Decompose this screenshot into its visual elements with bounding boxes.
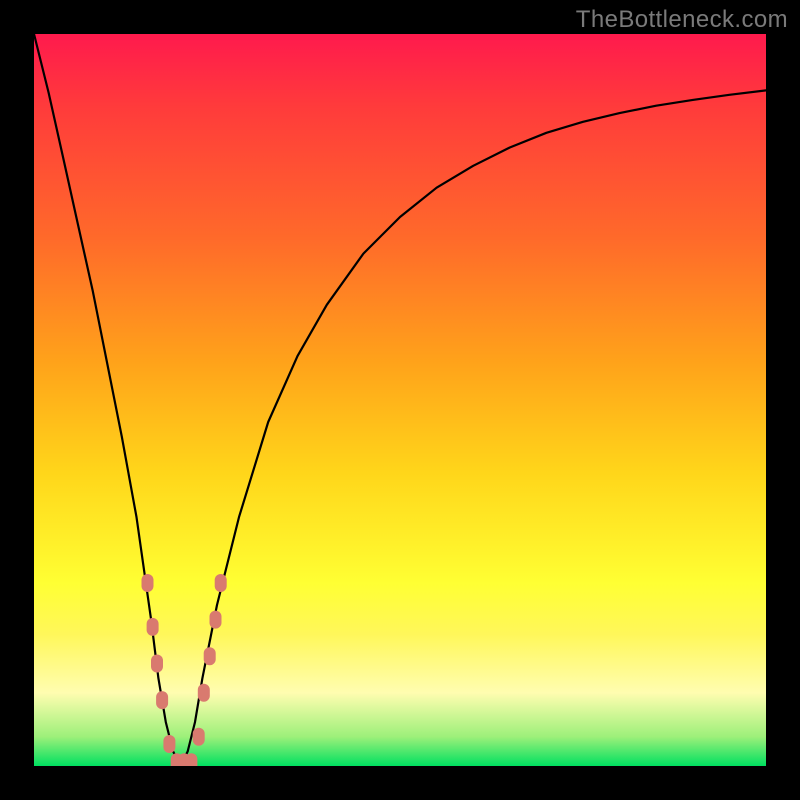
marker-point	[215, 574, 227, 592]
marker-point	[198, 684, 210, 702]
highlighted-points	[142, 574, 227, 766]
bottleneck-curve	[34, 34, 766, 766]
marker-point	[210, 611, 222, 629]
marker-point	[163, 735, 175, 753]
marker-point	[185, 753, 197, 766]
marker-point	[193, 728, 205, 746]
marker-point	[151, 655, 163, 673]
watermark-text: TheBottleneck.com	[576, 6, 788, 34]
chart-svg	[34, 34, 766, 766]
marker-point	[147, 618, 159, 636]
marker-point	[156, 691, 168, 709]
marker-point	[142, 574, 154, 592]
chart-frame: TheBottleneck.com	[0, 0, 800, 800]
marker-point	[204, 647, 216, 665]
plot-area	[34, 34, 766, 766]
